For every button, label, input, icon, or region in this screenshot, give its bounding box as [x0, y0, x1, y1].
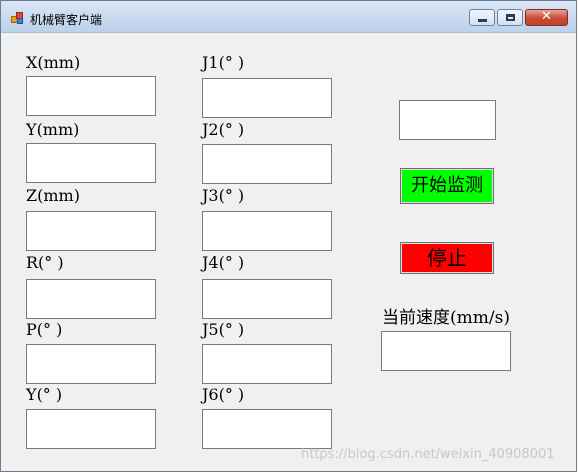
- stop-button[interactable]: 停止: [400, 242, 494, 274]
- j2-input[interactable]: [202, 144, 332, 184]
- start-monitoring-button[interactable]: 开始监测: [400, 168, 494, 204]
- j5-input[interactable]: [202, 344, 332, 384]
- status-input[interactable]: [399, 100, 496, 140]
- j5-label: J5(° ): [202, 320, 245, 339]
- j1-label: J1(° ): [202, 53, 245, 72]
- yaw-label: Y(° ): [26, 385, 63, 404]
- minimize-button[interactable]: [469, 9, 495, 26]
- j4-input[interactable]: [202, 279, 332, 319]
- maximize-button[interactable]: [497, 9, 523, 26]
- j4-label: J4(° ): [202, 253, 245, 272]
- window-title: 机械臂客户端: [30, 13, 103, 27]
- r-label: R(° ): [26, 253, 64, 272]
- z-input[interactable]: [26, 211, 156, 251]
- close-icon: ✕: [541, 9, 552, 24]
- speed-label: 当前速度(mm/s): [382, 308, 510, 328]
- p-label: P(° ): [26, 320, 63, 339]
- y-input[interactable]: [26, 143, 156, 183]
- j3-label: J3(° ): [202, 186, 245, 205]
- j2-label: J2(° ): [202, 120, 245, 139]
- y-label: Y(mm): [26, 120, 80, 139]
- speed-input[interactable]: [381, 331, 511, 371]
- watermark: https://blog.csdn.net/weixin_40908001: [301, 447, 555, 462]
- p-input[interactable]: [26, 344, 156, 384]
- minimize-icon: [478, 19, 487, 22]
- app-icon: [11, 12, 23, 24]
- j6-input[interactable]: [202, 409, 332, 449]
- r-input[interactable]: [26, 279, 156, 319]
- window-controls: ✕: [467, 9, 568, 27]
- x-label: X(mm): [26, 53, 81, 72]
- close-button[interactable]: ✕: [525, 9, 568, 26]
- yaw-input[interactable]: [26, 409, 156, 449]
- x-input[interactable]: [26, 76, 156, 116]
- j6-label: J6(° ): [202, 385, 245, 404]
- z-label: Z(mm): [26, 186, 80, 205]
- title-bar[interactable]: 机械臂客户端 ✕: [1, 1, 576, 33]
- j1-input[interactable]: [202, 78, 332, 118]
- j3-input[interactable]: [202, 211, 332, 251]
- main-window: 机械臂客户端 ✕ X(mm) Y(mm) Z(mm) R(° ) P(° ) Y…: [0, 0, 577, 472]
- maximize-icon: [506, 14, 515, 21]
